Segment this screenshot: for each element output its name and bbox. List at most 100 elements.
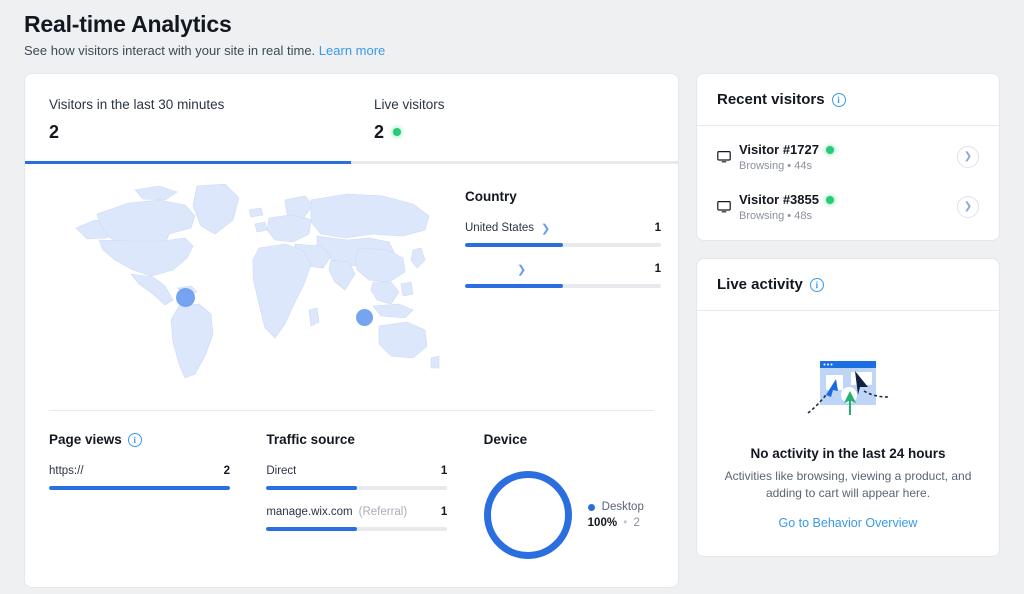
country-breakdown: Country United States ❯ 1 ❯ 1 [455, 170, 665, 410]
page-views-title-row: Page views i [49, 431, 242, 449]
device-legend-value-row: 100% • 2 [588, 517, 644, 529]
country-bar-fill [465, 243, 563, 247]
tab-visitors-value: 2 [49, 122, 60, 142]
empty-state-title: No activity in the last 24 hours [750, 446, 946, 461]
info-icon[interactable]: i [831, 92, 846, 107]
device-legend: Desktop 100% • 2 [587, 501, 644, 529]
empty-state-description: Activities like browsing, viewing a prod… [724, 469, 972, 500]
page-views-title: Page views [49, 432, 122, 447]
page-views-row[interactable]: https:// 2 [49, 463, 230, 490]
chevron-right-icon[interactable]: ❯ [517, 263, 526, 276]
traffic-source-name: Direct [266, 465, 297, 477]
right-column: Recent visitors i Visitor #1727 Browsing… [696, 73, 1000, 557]
country-bar-fill [465, 284, 563, 288]
device-legend-percent: 100% [587, 517, 618, 529]
traffic-source-bar-fill [266, 486, 357, 490]
traffic-source-name: manage.wix.com [266, 506, 353, 518]
country-row-head: ❯ 1 [465, 261, 661, 277]
metrics-section: Page views i https:// 2 Traffic source D… [25, 411, 678, 587]
live-status-dot-icon [393, 128, 402, 136]
page-title: Real-time Analytics [24, 11, 232, 37]
visitor-info: Visitor #1727 Browsing • 44s [739, 142, 957, 172]
traffic-source-row[interactable]: Direct 1 [266, 463, 448, 490]
traffic-source-row[interactable]: manage.wix.com (Referral) 1 [266, 504, 448, 531]
live-activity-title: Live activity [717, 276, 803, 293]
traffic-source-bar-track [266, 527, 448, 531]
page-subtitle: See how visitors interact with your site… [24, 42, 1000, 60]
live-activity-empty-state: No activity in the last 24 hours Activit… [697, 311, 999, 556]
page-views-value: 2 [223, 465, 230, 477]
visitor-name-row: Visitor #1727 [739, 142, 957, 157]
visitor-info: Visitor #3855 Browsing • 48s [739, 192, 957, 222]
device-legend-name-row: Desktop [587, 501, 644, 513]
visitor-online-dot-icon [825, 145, 834, 154]
empty-activity-illustration-icon [807, 361, 889, 415]
visitor-status: Browsing • 44s [739, 160, 812, 172]
realtime-analytics-page: Real-time Analytics See how visitors int… [0, 0, 1024, 594]
device-block: Device Desktop 100% • 2 [460, 431, 678, 587]
tab-live-visitors[interactable]: Live visitors 2 [350, 74, 678, 161]
visitor-name-row: Visitor #3855 [739, 192, 957, 207]
info-icon[interactable]: i [127, 433, 142, 447]
country-row[interactable]: ❯ 1 [465, 261, 661, 288]
behavior-overview-link[interactable]: Go to Behavior Overview [721, 516, 975, 530]
traffic-source-value: 1 [440, 506, 448, 518]
stat-tabs: Visitors in the last 30 minutes 2 Live v… [25, 74, 678, 161]
country-bar-track [465, 284, 661, 288]
visitor-row[interactable]: Visitor #1727 Browsing • 44s ❯ [697, 132, 999, 182]
legend-separator: • [623, 517, 628, 529]
page-views-bar-track [49, 486, 230, 490]
live-activity-card: Live activity i No activity in the last … [696, 258, 1000, 557]
country-value: 1 [654, 263, 661, 275]
recent-visitors-title: Recent visitors [717, 91, 825, 108]
tab-live-visitors-label: Live visitors [374, 97, 445, 112]
country-name: United States [465, 222, 535, 234]
page-views-row-head: https:// 2 [49, 463, 230, 479]
tab-live-visitors-value: 2 [374, 122, 385, 142]
country-row[interactable]: United States ❯ 1 [465, 220, 661, 247]
traffic-source-block: Traffic source Direct 1 manage.wix.com (… [242, 431, 459, 587]
device-legend-name: Desktop [601, 501, 644, 513]
page-views-bar-fill [49, 486, 230, 490]
tab-visitors-last-30-minutes[interactable]: Visitors in the last 30 minutes 2 [25, 74, 350, 161]
traffic-source-bar-fill [266, 527, 357, 531]
visitor-name: Visitor #3855 [739, 192, 819, 207]
map-and-country-section: Country United States ❯ 1 ❯ 1 [25, 164, 678, 410]
legend-swatch-icon [587, 503, 595, 511]
visitor-name: Visitor #1727 [739, 142, 819, 157]
learn-more-link[interactable]: Learn more [319, 43, 385, 58]
tab-live-visitors-value-row: 2 [374, 121, 678, 143]
tab-visitors-value-row: 2 [49, 121, 350, 143]
recent-visitors-card: Recent visitors i Visitor #1727 Browsing… [696, 73, 1000, 241]
country-bar-track [465, 243, 661, 247]
world-map[interactable] [25, 170, 455, 410]
chevron-right-icon[interactable]: ❯ [541, 222, 550, 235]
visitor-online-dot-icon [825, 195, 834, 204]
page-views-block: Page views i https:// 2 [25, 431, 242, 587]
visitor-details-button[interactable]: ❯ [957, 196, 979, 218]
traffic-source-type: (Referral) [358, 506, 408, 518]
traffic-source-value: 1 [440, 465, 448, 477]
visitor-status: Browsing • 48s [739, 210, 812, 222]
info-icon[interactable]: i [809, 277, 824, 292]
page-views-url: https:// [49, 465, 84, 477]
subtitle-text: See how visitors interact with your site… [24, 43, 316, 58]
traffic-source-row-head: Direct 1 [266, 463, 447, 479]
monitor-icon [717, 151, 731, 163]
world-map-svg [75, 183, 440, 379]
map-visitor-dot [176, 288, 195, 307]
live-activity-header: Live activity i [697, 259, 999, 311]
visitor-row[interactable]: Visitor #3855 Browsing • 48s ❯ [697, 182, 999, 232]
traffic-source-bar-track [266, 486, 448, 490]
overview-card-body: Visitors in the last 30 minutes 2 Live v… [24, 73, 679, 588]
realtime-overview-card: Visitors in the last 30 minutes 2 Live v… [24, 73, 679, 588]
country-value: 1 [654, 222, 661, 234]
traffic-source-title: Traffic source [266, 432, 355, 447]
visitor-details-button[interactable]: ❯ [957, 146, 979, 168]
tab-visitors-label: Visitors in the last 30 minutes [49, 97, 225, 112]
map-visitor-dot [356, 309, 373, 326]
recent-visitors-list: Visitor #1727 Browsing • 44s ❯ Visitor #… [697, 126, 999, 240]
traffic-source-row-head: manage.wix.com (Referral) 1 [266, 504, 447, 520]
content-columns: Visitors in the last 30 minutes 2 Live v… [24, 73, 1000, 588]
device-donut-ring [483, 471, 572, 559]
